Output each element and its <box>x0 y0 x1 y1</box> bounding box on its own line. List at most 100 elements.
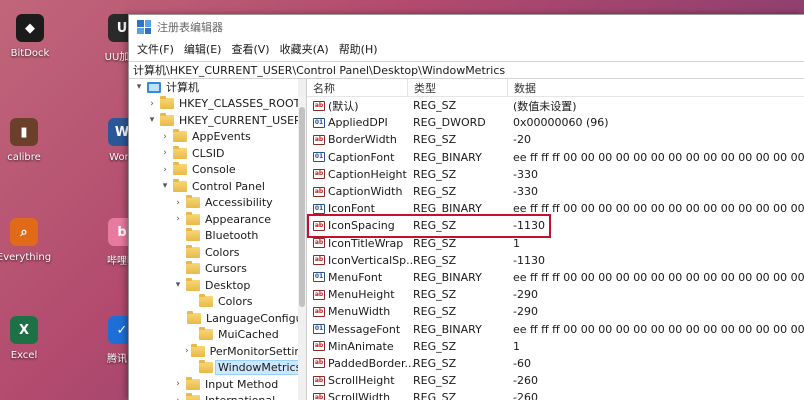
value-type: REG_SZ <box>413 253 457 267</box>
value-row[interactable]: ab MinAnimate REG_SZ 1 <box>307 338 804 355</box>
tree-node[interactable]: ▾ Desktop <box>129 277 306 294</box>
title-bar[interactable]: 注册表编辑器 <box>129 15 804 39</box>
collapse-arrow-icon[interactable]: ▾ <box>133 82 145 92</box>
menu-view[interactable]: 查看(V) <box>227 41 273 57</box>
value-name-cell: ab (默认) <box>307 98 407 114</box>
tree-node[interactable]: › Input Method <box>129 376 306 393</box>
value-row[interactable]: ab ScrollWidth REG_SZ -260 <box>307 389 804 400</box>
desktop-shortcut[interactable]: ◆ BitDock <box>0 14 60 59</box>
tree-scrollbar-thumb[interactable] <box>299 107 305 307</box>
binary-value-icon: 01 <box>313 117 325 128</box>
string-value-icon: ab <box>313 392 325 400</box>
value-row[interactable]: ab MenuWidth REG_SZ -290 <box>307 303 804 320</box>
collapse-arrow-icon[interactable]: ▾ <box>172 280 184 290</box>
address-bar[interactable]: 计算机\HKEY_CURRENT_USER\Control Panel\Desk… <box>129 61 804 79</box>
tree-node[interactable]: › Appearance <box>129 211 306 228</box>
value-data: -290 <box>513 305 538 319</box>
tree-node[interactable]: LanguageConfigura <box>129 310 306 327</box>
tree-node[interactable]: › CLSID <box>129 145 306 162</box>
collapse-arrow-icon[interactable]: ▾ <box>146 115 158 125</box>
tree-node[interactable]: › Accessibility <box>129 195 306 212</box>
value-row[interactable]: ab BorderWidth REG_SZ -20 <box>307 131 804 148</box>
value-type: REG_SZ <box>413 374 457 388</box>
value-row[interactable]: ab IconSpacing REG_SZ -1130 <box>307 217 804 234</box>
value-row[interactable]: ab MenuHeight REG_SZ -290 <box>307 286 804 303</box>
column-header-data[interactable]: 数据 <box>507 79 804 96</box>
column-header-name[interactable]: 名称 <box>307 79 407 96</box>
value-name: IconVerticalSp... <box>328 253 417 267</box>
value-name-cell: ab IconVerticalSp... <box>307 254 417 267</box>
tree-node[interactable]: ▾ 计算机 <box>129 79 306 96</box>
expand-arrow-icon[interactable]: › <box>159 148 171 158</box>
tree-node[interactable]: › Console <box>129 162 306 179</box>
collapse-arrow-icon[interactable]: ▾ <box>159 181 171 191</box>
bitdock-icon: ◆ <box>16 14 44 42</box>
value-type: REG_SZ <box>413 339 457 353</box>
column-header-type[interactable]: 类型 <box>407 79 507 96</box>
tree-node-label: Console <box>192 163 236 177</box>
desktop-shortcut[interactable]: ▮ calibre <box>0 118 54 163</box>
value-name: ScrollHeight <box>328 374 395 388</box>
value-type: REG_SZ <box>413 288 457 302</box>
value-data: 0x00000060 (96) <box>513 116 609 130</box>
tree-node[interactable]: Colors <box>129 294 306 311</box>
expand-arrow-icon[interactable]: › <box>146 99 158 109</box>
value-name-cell: 01 MenuFont <box>307 271 407 284</box>
folder-icon <box>173 178 187 192</box>
value-row[interactable]: 01 AppliedDPI REG_DWORD 0x00000060 (96) <box>307 114 804 131</box>
value-row[interactable]: ab ScrollHeight REG_SZ -260 <box>307 372 804 389</box>
value-type: REG_BINARY <box>413 270 482 284</box>
tree-node[interactable]: Bluetooth <box>129 228 306 245</box>
value-data: 1 <box>513 236 520 250</box>
string-value-icon: ab <box>313 169 325 180</box>
tree-node[interactable]: ▾ Control Panel <box>129 178 306 195</box>
value-row[interactable]: 01 CaptionFont REG_BINARY ee ff ff ff 00 00… <box>307 149 804 166</box>
tree-node[interactable]: › AppEvents <box>129 129 306 146</box>
computer-icon <box>147 81 161 93</box>
value-row[interactable]: 01 IconFont REG_BINARY ee ff ff ff 00 00 00… <box>307 200 804 217</box>
string-value-icon: ab <box>313 341 325 352</box>
folder-icon <box>173 145 187 159</box>
tree-node[interactable]: ▾ HKEY_CURRENT_USER <box>129 112 306 129</box>
value-row[interactable]: ab CaptionHeight REG_SZ -330 <box>307 166 804 183</box>
value-name: CaptionWidth <box>328 185 403 199</box>
tree-scrollbar[interactable] <box>298 79 306 400</box>
value-data: ee ff ff ff 00 00 00 00 00 00 00 00 00 0… <box>513 270 804 284</box>
expand-arrow-icon[interactable]: › <box>172 198 184 208</box>
tree-node[interactable]: WindowMetrics <box>129 360 306 377</box>
tree-node[interactable]: › PerMonitorSettings <box>129 343 306 360</box>
tree-node[interactable]: MuiCached <box>129 327 306 344</box>
expand-arrow-icon[interactable]: › <box>172 396 184 400</box>
tree-node[interactable]: › HKEY_CLASSES_ROOT <box>129 96 306 113</box>
string-value-icon: ab <box>313 375 325 386</box>
value-row[interactable]: ab IconVerticalSp... REG_SZ -1130 <box>307 252 804 269</box>
desktop-shortcut[interactable]: ⌕ Everything <box>0 218 54 263</box>
folder-icon <box>186 393 200 400</box>
value-row[interactable]: ab CaptionWidth REG_SZ -330 <box>307 183 804 200</box>
folder-icon <box>186 195 200 209</box>
value-name-cell: ab PaddedBorder... <box>307 357 415 370</box>
menu-help[interactable]: 帮助(H) <box>335 41 382 57</box>
expand-arrow-icon[interactable]: › <box>185 346 189 356</box>
value-row[interactable]: 01 MessageFont REG_BINARY ee ff ff ff 00 00… <box>307 320 804 337</box>
expand-arrow-icon[interactable]: › <box>159 165 171 175</box>
value-row[interactable]: ab (默认) REG_SZ (数值未设置) <box>307 97 804 114</box>
folder-icon <box>187 310 201 324</box>
value-row[interactable]: 01 MenuFont REG_BINARY ee ff ff ff 00 00 00… <box>307 269 804 286</box>
value-data: (数值未设置) <box>513 99 577 113</box>
expand-arrow-icon[interactable]: › <box>159 132 171 142</box>
menu-favorites[interactable]: 收藏夹(A) <box>276 41 333 57</box>
expand-arrow-icon[interactable]: › <box>172 379 184 389</box>
key-tree: ▾ 计算机 › HKEY_CLASSES_ROOT ▾ HKEY_CURRENT_USER… <box>129 79 307 400</box>
menu-edit[interactable]: 编辑(E) <box>180 41 226 57</box>
value-row[interactable]: ab PaddedBorder... REG_SZ -60 <box>307 355 804 372</box>
desktop-shortcut[interactable]: X Excel <box>0 316 54 361</box>
value-row[interactable]: ab IconTitleWrap REG_SZ 1 <box>307 235 804 252</box>
folder-icon <box>160 96 174 110</box>
tree-node[interactable]: Colors <box>129 244 306 261</box>
tree-node[interactable]: Cursors <box>129 261 306 278</box>
address-path[interactable]: 计算机\HKEY_CURRENT_USER\Control Panel\Desk… <box>133 62 505 78</box>
tree-node[interactable]: › International <box>129 393 306 400</box>
menu-file[interactable]: 文件(F) <box>133 41 178 57</box>
expand-arrow-icon[interactable]: › <box>172 214 184 224</box>
